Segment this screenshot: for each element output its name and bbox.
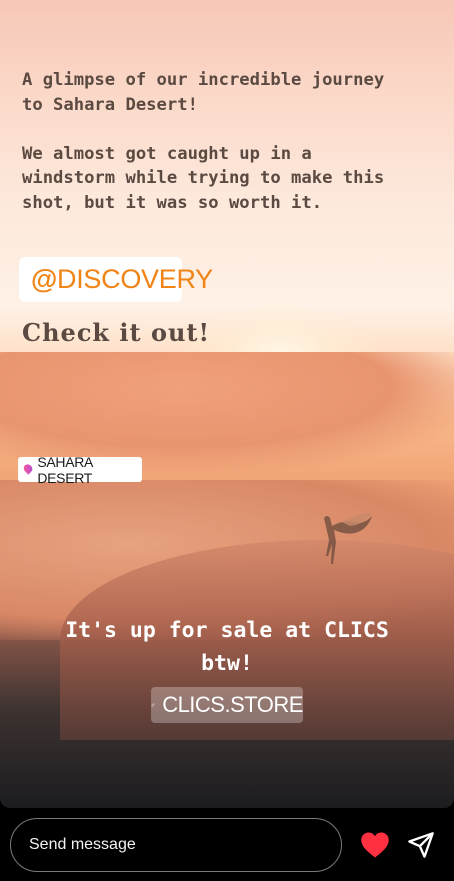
link-icon — [151, 703, 155, 707]
story-caption: A glimpse of our incredible journey to S… — [22, 70, 385, 213]
woman-with-scarf-figure — [324, 512, 372, 564]
cta-text: Check it out! — [22, 318, 211, 347]
location-pin-icon — [22, 462, 35, 475]
send-message-input[interactable] — [10, 818, 342, 872]
mention-sticker[interactable]: @ DISCOVERY — [19, 257, 213, 302]
story-view[interactable]: A glimpse of our incredible journey to S… — [0, 0, 454, 808]
sale-text-line-1: It's up for sale at CLICS — [65, 618, 389, 643]
mention-handle: DISCOVERY — [57, 264, 213, 294]
link-label: CLICS.STORE — [162, 692, 303, 717]
link-sticker[interactable]: CLICS.STORE — [151, 687, 303, 723]
sale-text: It's up for sale at CLICS btw! — [0, 614, 454, 680]
heart-icon[interactable] — [360, 831, 390, 859]
send-icon[interactable] — [407, 831, 435, 859]
reply-bar — [0, 808, 454, 881]
location-sticker[interactable]: SAHARA DESERT — [18, 454, 142, 486]
mention-at-symbol: @ — [31, 264, 58, 294]
location-label: SAHARA DESERT — [37, 453, 93, 486]
sale-text-line-2: btw! — [201, 651, 253, 676]
